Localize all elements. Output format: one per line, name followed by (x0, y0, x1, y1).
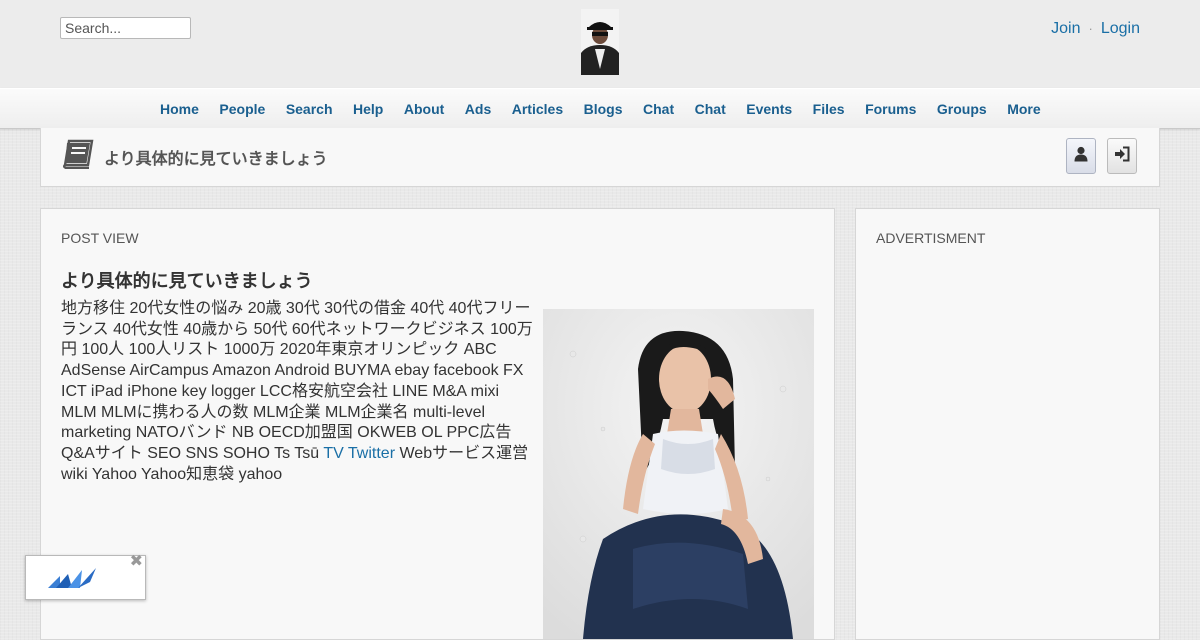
nav-item-forums[interactable]: Forums (865, 101, 916, 117)
advertisement-label: ADVERTISMENT (876, 230, 986, 246)
sign-in-button[interactable] (1107, 138, 1137, 174)
close-icon[interactable]: ✖ (130, 554, 143, 570)
nav-item-events[interactable]: Events (746, 101, 792, 117)
page-header: より具体的に見ていきましょう (40, 128, 1160, 187)
post-tags-text: 地方移住 20代女性の悩み 20歳 30代 30代の借金 40代 40代フリーラ… (61, 300, 533, 462)
nav-item-about[interactable]: About (404, 101, 444, 117)
nav-item-chat[interactable]: Chat (643, 101, 674, 117)
join-link[interactable]: Join (1051, 20, 1080, 37)
book-icon (62, 139, 94, 170)
user-icon (1074, 146, 1088, 167)
nav-item-files[interactable]: Files (813, 101, 845, 117)
nav-item-home[interactable]: Home (160, 101, 199, 117)
brand-logo-icon (46, 566, 98, 590)
auth-separator: · (1088, 21, 1093, 36)
post-body: 地方移住 20代女性の悩み 20歳 30代 30代の借金 40代 40代フリーラ… (61, 299, 535, 485)
nav-item-help[interactable]: Help (353, 101, 383, 117)
nav-item-groups[interactable]: Groups (937, 101, 987, 117)
search-input[interactable] (60, 17, 191, 39)
advertisement-panel: ADVERTISMENT (855, 208, 1160, 640)
top-bar: Join · Login (0, 0, 1200, 89)
login-link[interactable]: Login (1101, 20, 1140, 37)
nav-item-search[interactable]: Search (286, 101, 333, 117)
nav-item-blogs[interactable]: Blogs (584, 101, 623, 117)
nav-item-people[interactable]: People (219, 101, 265, 117)
post-panel: POST VIEW より具体的に見ていきましょう 地方移住 20代女性の悩み 2… (40, 208, 835, 640)
main-nav: Home People Search Help About Ads Articl… (0, 88, 1200, 129)
post-view-label: POST VIEW (61, 230, 139, 246)
site-logo[interactable] (581, 9, 619, 75)
nav-item-chat-2[interactable]: Chat (695, 101, 726, 117)
sign-in-icon (1114, 146, 1130, 167)
post-photo (543, 309, 814, 639)
tv-twitter-link[interactable]: TV Twitter (323, 445, 395, 462)
floating-ad-badge[interactable]: ✖ (25, 554, 146, 600)
auth-links: Join · Login (1051, 20, 1140, 38)
nav-item-ads[interactable]: Ads (465, 101, 491, 117)
user-button[interactable] (1066, 138, 1096, 174)
nav-items: Home People Search Help About Ads Articl… (160, 89, 1061, 128)
nav-item-articles[interactable]: Articles (512, 101, 563, 117)
page-title: より具体的に見ていきましょう (104, 151, 328, 168)
nav-item-more[interactable]: More (1007, 101, 1040, 117)
post-title: より具体的に見ていきましょう (61, 271, 313, 291)
